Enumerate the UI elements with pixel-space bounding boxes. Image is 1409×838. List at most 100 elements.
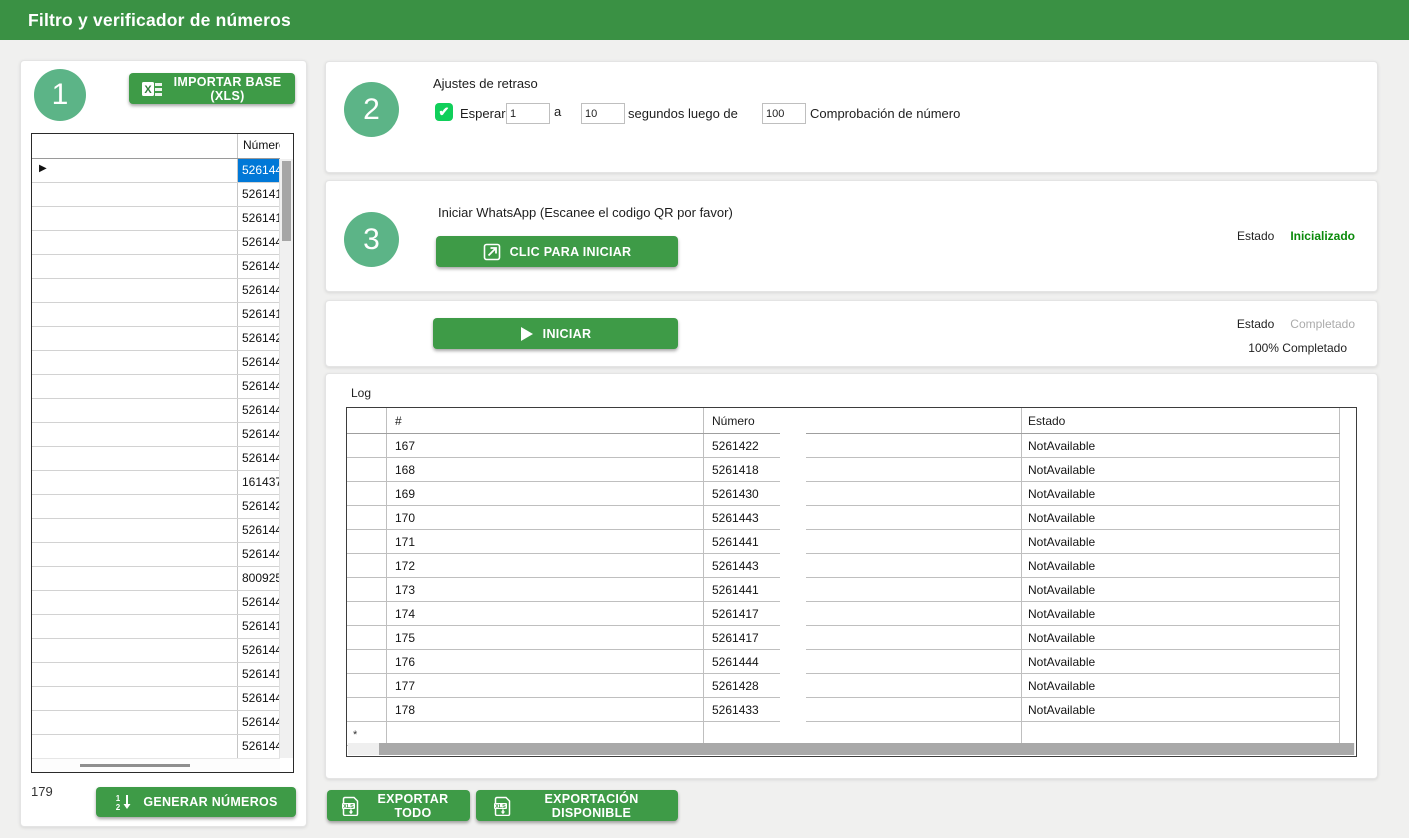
numbers-grid-row[interactable]: 526144 [32,399,280,423]
log-row-header-cell[interactable] [347,674,387,697]
log-numero-cell[interactable] [704,722,1022,745]
log-row-header-cell[interactable] [347,482,387,505]
log-row-header-cell[interactable] [347,602,387,625]
numbers-grid-row[interactable]: 526144 [32,279,280,303]
row-selector-cell[interactable] [32,231,238,254]
log-table-row[interactable]: 1765261444NotAvailable [347,650,1340,674]
log-row-header-cell[interactable] [347,458,387,481]
numbers-grid-row[interactable]: 526144 [32,423,280,447]
log-numero-cell[interactable]: 5261417 [704,602,1022,625]
log-table-row[interactable]: 1685261418NotAvailable [347,458,1340,482]
number-cell[interactable]: 526142 [238,327,280,350]
click-to-start-button[interactable]: CLIC PARA INICIAR [436,236,678,267]
numbers-grid-horizontal-scrollbar[interactable] [32,758,280,772]
row-selector-cell[interactable] [32,279,238,302]
number-cell[interactable]: 800925 [238,567,280,590]
numbers-grid-row[interactable]: 161437 [32,471,280,495]
log-numero-cell[interactable]: 5261422 [704,434,1022,457]
numbers-grid-row[interactable]: 526144 [32,591,280,615]
log-index-cell[interactable] [387,722,704,745]
row-selector-cell[interactable] [32,663,238,686]
row-selector-cell[interactable] [32,207,238,230]
log-row-header-cell[interactable] [347,506,387,529]
numbers-grid-row[interactable]: 526144 [32,447,280,471]
row-selector-cell[interactable] [32,495,238,518]
row-selector-cell[interactable] [32,303,238,326]
row-selector-cell[interactable] [32,639,238,662]
row-selector-cell[interactable] [32,615,238,638]
export-all-button[interactable]: XLS EXPORTAR TODO [327,790,470,821]
numbers-grid-horizontal-scrollbar-thumb[interactable] [80,764,190,767]
log-numero-cell[interactable]: 5261443 [704,554,1022,577]
number-cell[interactable]: 526144 [238,351,280,374]
numbers-grid-vertical-scrollbar-thumb[interactable] [282,161,291,241]
number-cell[interactable]: 526144 [238,591,280,614]
numbers-grid-row[interactable]: 526144 [32,687,280,711]
number-cell[interactable]: 526144 [238,519,280,542]
log-estado-cell[interactable]: NotAvailable [1022,602,1340,625]
log-index-cell[interactable]: 170 [387,506,704,529]
row-header-column-header[interactable] [32,134,238,158]
log-estado-cell[interactable]: NotAvailable [1022,482,1340,505]
row-selector-cell[interactable] [32,471,238,494]
numbers-grid-row[interactable]: 526141 [32,207,280,231]
row-selector-cell[interactable] [32,711,238,734]
log-horizontal-scrollbar[interactable] [348,743,1355,755]
log-estado-cell[interactable]: NotAvailable [1022,434,1340,457]
log-row-header-cell[interactable] [347,626,387,649]
log-estado-cell[interactable]: NotAvailable [1022,458,1340,481]
generate-numbers-button[interactable]: 1 2 GENERAR NÚMEROS [96,787,296,817]
numbers-grid-row[interactable]: ▶526144 [32,159,280,183]
log-numero-cell[interactable]: 5261417 [704,626,1022,649]
log-numero-cell[interactable]: 5261433 [704,698,1022,721]
log-table-row[interactable]: 1695261430NotAvailable [347,482,1340,506]
row-selector-cell[interactable] [32,447,238,470]
number-cell[interactable]: 526144 [238,423,280,446]
wait-checkbox[interactable]: ✔ [435,103,453,121]
row-selector-cell[interactable] [32,519,238,542]
log-numero-column-header[interactable]: Número [704,408,1022,433]
log-estado-cell[interactable]: NotAvailable [1022,506,1340,529]
log-table-row[interactable]: 1735261441NotAvailable [347,578,1340,602]
log-estado-cell[interactable]: NotAvailable [1022,626,1340,649]
log-horizontal-scrollbar-thumb[interactable] [379,743,1354,755]
log-numero-cell[interactable]: 5261441 [704,578,1022,601]
numbers-grid-row[interactable]: 526141 [32,303,280,327]
numbers-grid-row[interactable]: 526144 [32,519,280,543]
log-row-header-cell[interactable] [347,650,387,673]
log-index-cell[interactable]: 177 [387,674,704,697]
numbers-grid-row[interactable]: 526141 [32,663,280,687]
numbers-grid-vertical-scrollbar[interactable] [279,159,293,758]
row-selector-cell[interactable] [32,183,238,206]
log-estado-cell[interactable]: NotAvailable [1022,554,1340,577]
log-table-row[interactable]: 1725261443NotAvailable [347,554,1340,578]
number-cell[interactable]: 526144 [238,399,280,422]
number-cell[interactable]: 526144 [238,231,280,254]
number-cell[interactable]: 526141 [238,207,280,230]
log-table-row[interactable]: 1705261443NotAvailable [347,506,1340,530]
number-cell[interactable]: 526144 [238,159,280,182]
number-cell[interactable]: 526144 [238,255,280,278]
log-numero-cell[interactable]: 5261430 [704,482,1022,505]
number-cell[interactable]: 526141 [238,615,280,638]
log-numero-cell[interactable]: 5261428 [704,674,1022,697]
log-table-row[interactable]: 1745261417NotAvailable [347,602,1340,626]
log-table-row[interactable]: 1715261441NotAvailable [347,530,1340,554]
numbers-grid-row[interactable]: 526144 [32,255,280,279]
row-selector-cell[interactable]: ▶ [32,159,238,182]
number-cell[interactable]: 526141 [238,663,280,686]
import-base-button[interactable]: X IMPORTAR BASE (XLS) [129,73,295,104]
number-cell[interactable]: 526141 [238,303,280,326]
numbers-grid-row[interactable]: 526141 [32,183,280,207]
log-table-row[interactable]: 1785261433NotAvailable [347,698,1340,722]
log-numero-cell[interactable]: 5261444 [704,650,1022,673]
log-estado-cell[interactable]: NotAvailable [1022,578,1340,601]
row-selector-cell[interactable] [32,423,238,446]
log-index-cell[interactable]: 168 [387,458,704,481]
log-index-cell[interactable]: 172 [387,554,704,577]
log-estado-cell[interactable]: NotAvailable [1022,698,1340,721]
numbers-grid-row[interactable]: 526144 [32,711,280,735]
row-selector-cell[interactable] [32,591,238,614]
log-estado-cell[interactable] [1022,722,1340,745]
log-estado-cell[interactable]: NotAvailable [1022,650,1340,673]
